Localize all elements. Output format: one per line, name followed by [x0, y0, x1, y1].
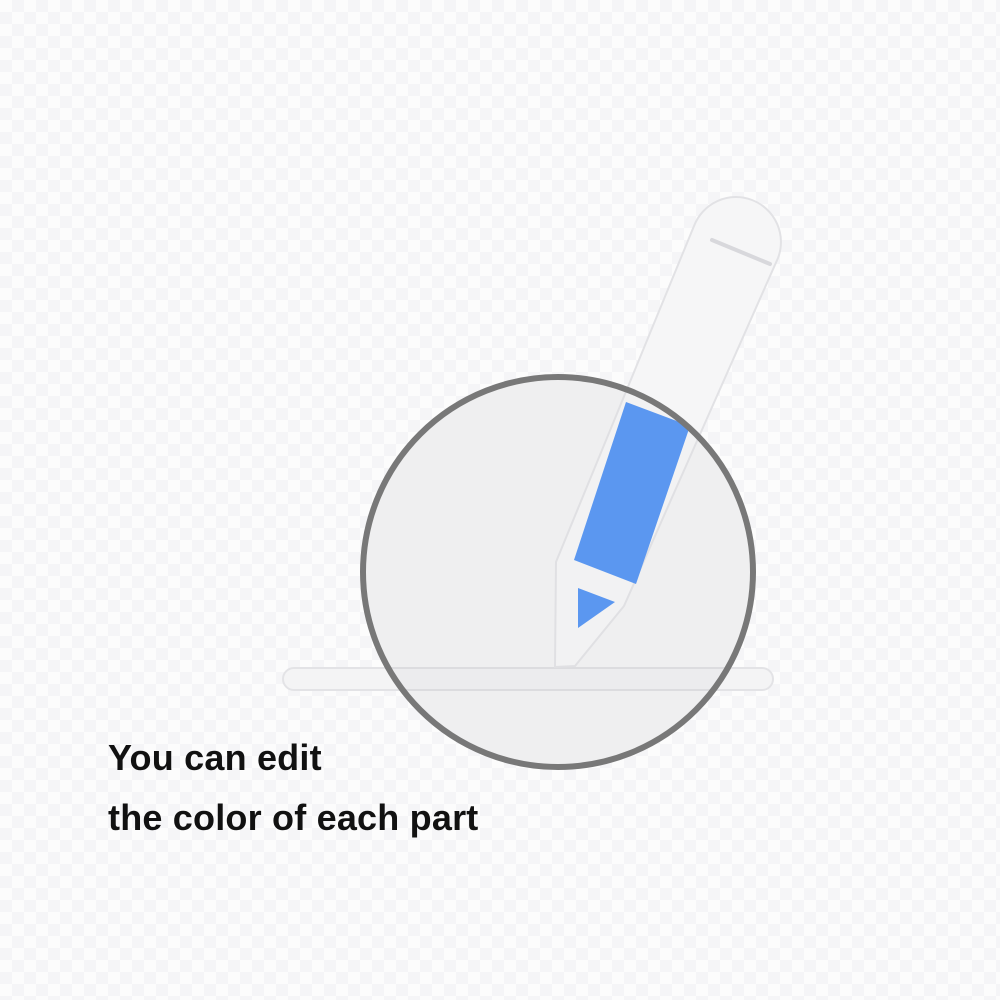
caption-line-2: the color of each part: [108, 797, 479, 838]
pencil-illustration: [282, 196, 782, 770]
caption: You can edit the color of each part: [108, 728, 478, 848]
caption-line-1: You can edit: [108, 737, 322, 778]
canvas: You can edit the color of each part: [0, 0, 1000, 1000]
